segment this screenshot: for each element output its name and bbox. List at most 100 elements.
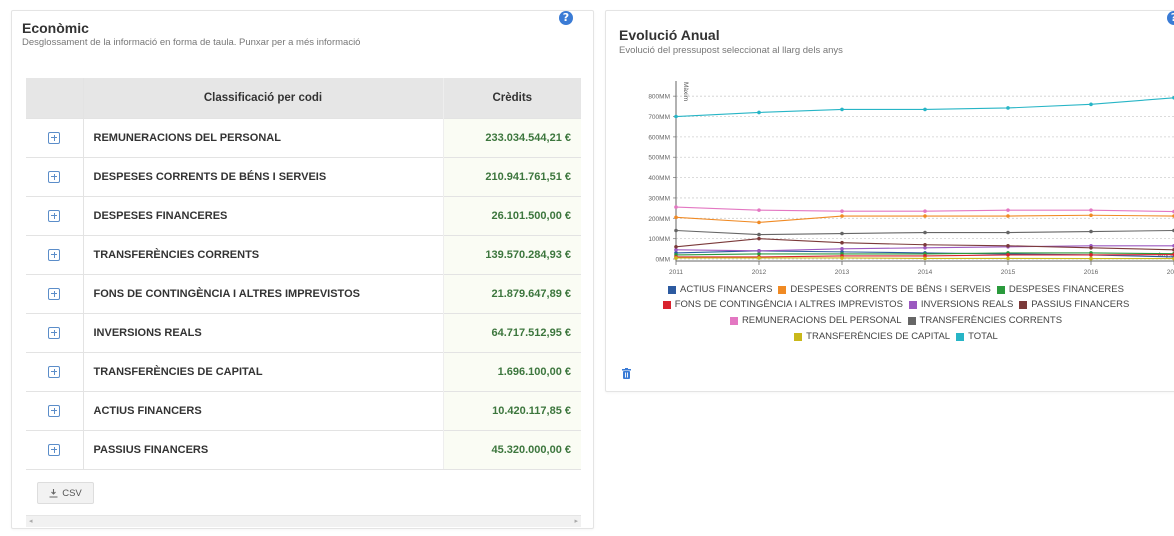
legend-label: TRANSFERÈNCIES DE CAPITAL (806, 331, 951, 342)
download-icon (49, 488, 58, 498)
legend-item[interactable]: TRANSFERÈNCIES CORRENTS (907, 315, 1063, 326)
table-row[interactable]: FONS DE CONTINGÈNCIA I ALTRES IMPREVISTO… (26, 273, 581, 313)
row-credit: 233.034.544,21 € (442, 117, 581, 157)
expand-plus-icon[interactable] (48, 170, 61, 183)
expand-cell[interactable] (26, 117, 84, 157)
legend-item[interactable]: ACTIUS FINANCERS (668, 284, 772, 295)
y-axis-label: Màxim (682, 82, 689, 101)
legend-label: DESPESES FINANCERES (1008, 284, 1124, 295)
table-row[interactable]: TRANSFERÈNCIES CORRENTS 139.570.284,93 € (26, 234, 581, 274)
row-classification[interactable]: INVERSIONS REALS (83, 312, 443, 352)
data-point (674, 114, 678, 119)
row-classification[interactable]: REMUNERACIONS DEL PERSONAL (83, 117, 443, 157)
data-point (1089, 246, 1093, 250)
legend-label: FONS DE CONTINGÈNCIA I ALTRES IMPREVISTO… (674, 299, 903, 310)
x-tick-label: 2014 (918, 269, 933, 276)
data-point (840, 214, 844, 218)
classification-column-header[interactable]: Classificació per codi (83, 78, 443, 118)
data-point (840, 231, 844, 236)
expand-cell[interactable] (26, 351, 84, 391)
row-classification[interactable]: FONS DE CONTINGÈNCIA I ALTRES IMPREVISTO… (83, 273, 443, 313)
scroll-right-icon[interactable]: ▸ (574, 517, 578, 525)
data-point (923, 209, 927, 213)
row-classification[interactable]: TRANSFERÈNCIES DE CAPITAL (83, 351, 443, 391)
legend-swatch (662, 300, 671, 309)
expand-plus-icon[interactable] (48, 365, 61, 378)
data-point (840, 247, 844, 251)
table-row[interactable]: REMUNERACIONS DEL PERSONAL 233.034.544,21… (26, 117, 581, 157)
row-credit: 10.420.117,85 € (442, 390, 581, 430)
legend-label: TRANSFERÈNCIES CORRENTS (919, 315, 1063, 326)
help-icon[interactable]: ? (559, 11, 573, 25)
expand-plus-icon[interactable] (48, 287, 61, 300)
table-row[interactable]: PASSIUS FINANCERS 45.320.000,00 € (26, 429, 581, 470)
row-classification[interactable]: ACTIUS FINANCERS (83, 390, 443, 430)
expand-plus-icon[interactable] (48, 443, 61, 456)
legend-item[interactable]: TRANSFERÈNCIES DE CAPITAL (794, 331, 950, 342)
csv-label: CSV (62, 487, 82, 499)
data-point (923, 242, 927, 247)
data-point (674, 205, 678, 209)
table-row[interactable]: DESPESES CORRENTS DE BÉNS I SERVEIS 210.9… (26, 156, 581, 196)
row-classification[interactable]: DESPESES FINANCERES (83, 195, 443, 235)
legend-swatch (907, 316, 916, 325)
legend-item[interactable]: DESPESES FINANCERES (996, 284, 1124, 295)
table-body: REMUNERACIONS DEL PERSONAL 233.034.544,21… (26, 117, 581, 470)
table-row[interactable]: TRANSFERÈNCIES DE CAPITAL 1.696.100,00 € (26, 351, 581, 391)
table-row[interactable]: DESPESES FINANCERES 26.101.500,00 € (26, 195, 581, 235)
data-point (923, 256, 927, 261)
row-credit: 210.941.761,51 € (442, 156, 581, 196)
data-point (757, 208, 761, 212)
table-header-row: Classificació per codi Crèdits (26, 78, 581, 118)
data-point (757, 236, 761, 241)
data-point (674, 228, 678, 233)
row-classification[interactable]: DESPESES CORRENTS DE BÉNS I SERVEIS (83, 156, 443, 196)
expand-plus-icon[interactable] (48, 404, 61, 417)
expand-plus-icon[interactable] (48, 248, 61, 261)
expand-cell[interactable] (26, 429, 84, 470)
data-point (923, 230, 927, 235)
data-point (757, 220, 761, 225)
expand-cell[interactable] (26, 312, 84, 352)
data-point (674, 215, 678, 220)
economic-title: Econòmic (22, 20, 89, 36)
expand-plus-icon[interactable] (48, 326, 61, 339)
horizontal-scrollbar[interactable]: ◂ ▸ (26, 515, 581, 527)
legend-item[interactable]: PASSIUS FINANCERS (1019, 299, 1129, 310)
csv-download-button[interactable]: CSV (37, 482, 94, 504)
trash-icon[interactable] (622, 368, 631, 379)
expand-cell[interactable] (26, 273, 84, 313)
legend-label: TOTAL (968, 331, 998, 342)
legend-item[interactable]: REMUNERACIONS DEL PERSONAL (729, 315, 902, 326)
expand-cell[interactable] (26, 234, 84, 274)
data-point (757, 110, 761, 115)
expand-plus-icon[interactable] (48, 209, 61, 222)
data-point (1089, 102, 1093, 107)
y-tick-label: 100MM (648, 236, 670, 243)
legend-row: REMUNERACIONS DEL PERSONAL TRANSFERÈNCIES… (606, 315, 1174, 328)
table-row[interactable]: ACTIUS FINANCERS 10.420.117,85 € (26, 390, 581, 430)
legend-item[interactable]: TOTAL (956, 331, 998, 342)
expand-cell[interactable] (26, 195, 84, 235)
legend-row: TRANSFERÈNCIES DE CAPITAL TOTAL (606, 331, 1174, 344)
table-row[interactable]: INVERSIONS REALS 64.717.512,95 € (26, 312, 581, 352)
legend-swatch (908, 300, 917, 309)
row-classification[interactable]: PASSIUS FINANCERS (83, 429, 443, 470)
y-tick-label: 600MM (648, 134, 670, 141)
legend-item[interactable]: DESPESES CORRENTS DE BÉNS I SERVEIS (778, 284, 991, 295)
legend-swatch (956, 332, 965, 341)
expand-cell[interactable] (26, 390, 84, 430)
expand-plus-icon[interactable] (48, 131, 61, 144)
data-point (1006, 253, 1010, 257)
legend-item[interactable]: INVERSIONS REALS (908, 299, 1013, 310)
row-credit: 26.101.500,00 € (442, 195, 581, 235)
expand-cell[interactable] (26, 156, 84, 196)
credits-column-header[interactable]: Crèdits (442, 78, 581, 118)
legend-swatch (1019, 300, 1028, 309)
legend-item[interactable]: FONS DE CONTINGÈNCIA I ALTRES IMPREVISTO… (662, 299, 903, 310)
economic-table: Classificació per codi Crèdits REMUNERAC… (26, 78, 581, 470)
legend-row: ACTIUS FINANCERS DESPESES CORRENTS DE BÉN… (606, 284, 1174, 297)
data-point (923, 214, 927, 218)
row-classification[interactable]: TRANSFERÈNCIES CORRENTS (83, 234, 443, 274)
scroll-left-icon[interactable]: ◂ (29, 517, 33, 525)
